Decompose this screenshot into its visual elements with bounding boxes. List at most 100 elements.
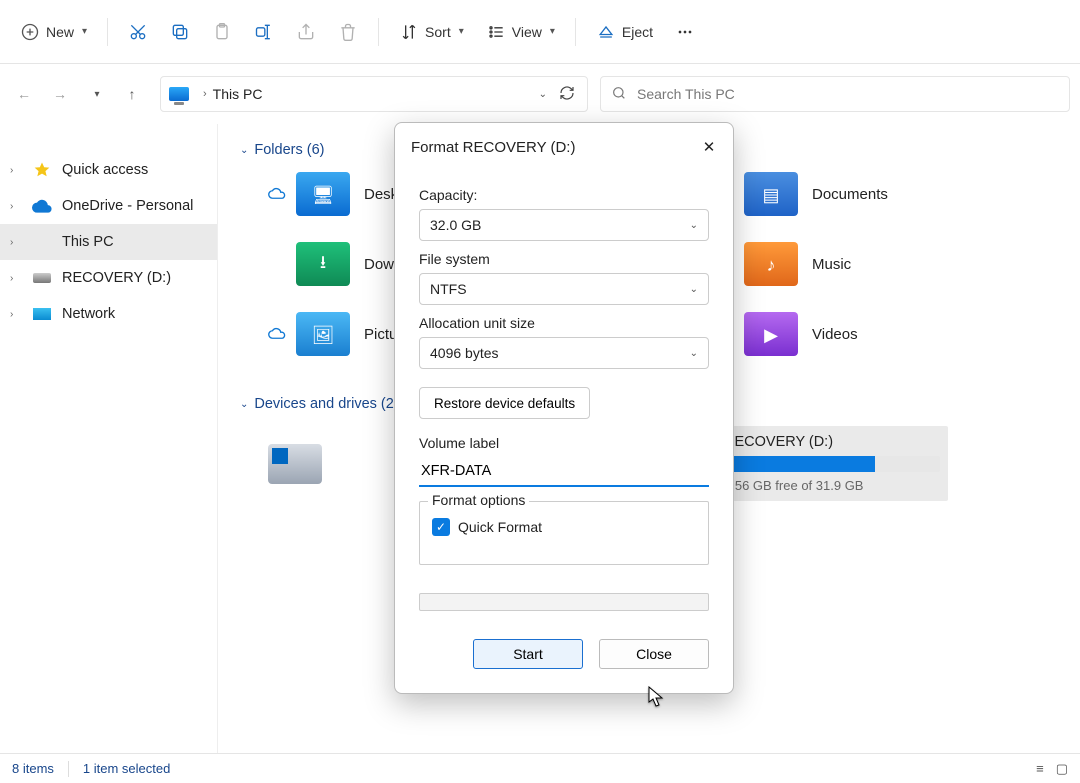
sidebar-item-onedrive[interactable]: › OneDrive - Personal xyxy=(0,188,217,224)
sidebar: › Quick access › OneDrive - Personal › T… xyxy=(0,124,218,753)
details-view-button[interactable]: ≡ xyxy=(1036,761,1044,777)
view-button[interactable]: View ▾ xyxy=(476,14,565,50)
chevron-down-icon: ⌄ xyxy=(240,399,248,410)
sort-label: Sort xyxy=(425,24,451,40)
close-icon: ✕ xyxy=(703,138,716,156)
folder-label: Videos xyxy=(812,326,858,343)
copy-button[interactable] xyxy=(160,14,200,50)
toolbar: New ▾ Sort ▾ View ▾ Eject xyxy=(0,0,1080,64)
breadcrumb-location: This PC xyxy=(213,86,263,102)
cloud-sync-icon xyxy=(268,186,288,202)
sidebar-item-network[interactable]: › Network xyxy=(0,296,217,332)
folder-documents[interactable]: ▤ Documents xyxy=(744,172,1060,216)
desktop-icon: 🖥 xyxy=(304,182,342,208)
breadcrumb[interactable]: › This PC ⌄ xyxy=(160,76,588,112)
chevron-down-icon: ⌄ xyxy=(690,284,698,295)
rename-icon xyxy=(254,22,274,42)
eject-button[interactable]: Eject xyxy=(586,14,663,50)
status-bar: 8 items 1 item selected ≡ ▢ xyxy=(0,753,1080,783)
sort-icon xyxy=(399,22,419,42)
search-icon xyxy=(611,85,627,104)
delete-button[interactable] xyxy=(328,14,368,50)
restore-defaults-button[interactable]: Restore device defaults xyxy=(419,387,590,419)
drive-icon xyxy=(268,444,322,484)
cloud-sync-icon xyxy=(268,326,288,342)
capacity-select[interactable]: 32.0 GB⌄ xyxy=(419,209,709,241)
allocation-select[interactable]: 4096 bytes⌄ xyxy=(419,337,709,369)
view-label: View xyxy=(512,24,542,40)
file-system-select[interactable]: NTFS⌄ xyxy=(419,273,709,305)
recent-locations-button[interactable]: ▾ xyxy=(80,78,112,110)
folder-videos[interactable]: ▶ Videos xyxy=(744,312,1060,356)
capacity-label: Capacity: xyxy=(419,187,709,203)
sort-button[interactable]: Sort ▾ xyxy=(389,14,474,50)
sidebar-item-label: RECOVERY (D:) xyxy=(62,270,171,286)
file-system-label: File system xyxy=(419,251,709,267)
paste-button[interactable] xyxy=(202,14,242,50)
sidebar-item-quick-access[interactable]: › Quick access xyxy=(0,152,217,188)
drive-icon xyxy=(32,269,52,287)
search-placeholder: Search This PC xyxy=(637,86,735,102)
close-button[interactable]: ✕ xyxy=(697,135,721,159)
sidebar-item-label: OneDrive - Personal xyxy=(62,198,193,214)
chevron-right-icon: › xyxy=(10,237,22,248)
cut-button[interactable] xyxy=(118,14,158,50)
star-icon xyxy=(32,161,52,179)
drive-name: RECOVERY (D:) xyxy=(724,434,940,450)
chevron-right-icon: › xyxy=(10,165,22,176)
more-icon xyxy=(675,22,695,42)
sidebar-item-label: This PC xyxy=(62,234,114,250)
monitor-icon xyxy=(32,233,52,251)
folder-label: Music xyxy=(812,256,851,273)
close-dialog-button[interactable]: Close xyxy=(599,639,709,669)
paste-icon xyxy=(212,22,232,42)
share-button[interactable] xyxy=(286,14,326,50)
back-button[interactable]: ← xyxy=(8,78,40,110)
format-dialog: Format RECOVERY (D:) ✕ Capacity: 32.0 GB… xyxy=(394,122,734,694)
more-button[interactable] xyxy=(665,14,705,50)
eject-label: Eject xyxy=(622,24,653,40)
new-label: New xyxy=(46,24,74,40)
folder-music[interactable]: ♪ Music xyxy=(744,242,1060,286)
view-icon xyxy=(486,22,506,42)
checkbox-checked-icon: ✓ xyxy=(432,518,450,536)
status-item-count: 8 items xyxy=(12,761,54,776)
eject-icon xyxy=(596,22,616,42)
chevron-down-icon: ▾ xyxy=(459,26,464,37)
volume-label-input[interactable] xyxy=(419,457,709,487)
document-icon: ▤ xyxy=(752,182,790,208)
mouse-cursor-icon xyxy=(648,686,664,708)
up-button[interactable]: ↑ xyxy=(116,78,148,110)
plus-circle-icon xyxy=(20,22,40,42)
picture-icon: 🖼 xyxy=(304,322,342,348)
chevron-down-icon: ▾ xyxy=(550,26,555,37)
forward-button[interactable]: → xyxy=(44,78,76,110)
chevron-right-icon: › xyxy=(10,201,22,212)
dialog-title: Format RECOVERY (D:) xyxy=(411,139,575,156)
sidebar-item-this-pc[interactable]: › This PC xyxy=(0,224,217,260)
chevron-down-icon: ⌄ xyxy=(690,220,698,231)
start-button[interactable]: Start xyxy=(473,639,583,669)
new-button[interactable]: New ▾ xyxy=(10,14,97,50)
search-input[interactable]: Search This PC xyxy=(600,76,1070,112)
status-selection: 1 item selected xyxy=(83,761,170,776)
drive-free-label: 9.56 GB free of 31.9 GB xyxy=(724,478,940,493)
download-icon: ⭳ xyxy=(304,252,342,278)
trash-icon xyxy=(338,22,358,42)
format-progress-bar xyxy=(419,593,709,611)
chevron-down-icon: ▾ xyxy=(82,26,87,37)
chevron-down-icon: ⌄ xyxy=(690,348,698,359)
music-icon: ♪ xyxy=(752,252,790,278)
monitor-icon xyxy=(169,87,189,101)
chevron-down-icon[interactable]: ⌄ xyxy=(539,89,547,100)
share-icon xyxy=(296,22,316,42)
thumbnails-view-button[interactable]: ▢ xyxy=(1056,761,1068,777)
refresh-button[interactable] xyxy=(559,85,575,104)
chevron-right-icon: › xyxy=(10,273,22,284)
chevron-right-icon: › xyxy=(203,88,207,100)
network-icon xyxy=(32,305,52,323)
sidebar-item-recovery-drive[interactable]: › RECOVERY (D:) xyxy=(0,260,217,296)
address-bar-row: ← → ▾ ↑ › This PC ⌄ Search This PC xyxy=(0,64,1080,124)
rename-button[interactable] xyxy=(244,14,284,50)
quick-format-checkbox[interactable]: ✓ Quick Format xyxy=(432,518,696,536)
